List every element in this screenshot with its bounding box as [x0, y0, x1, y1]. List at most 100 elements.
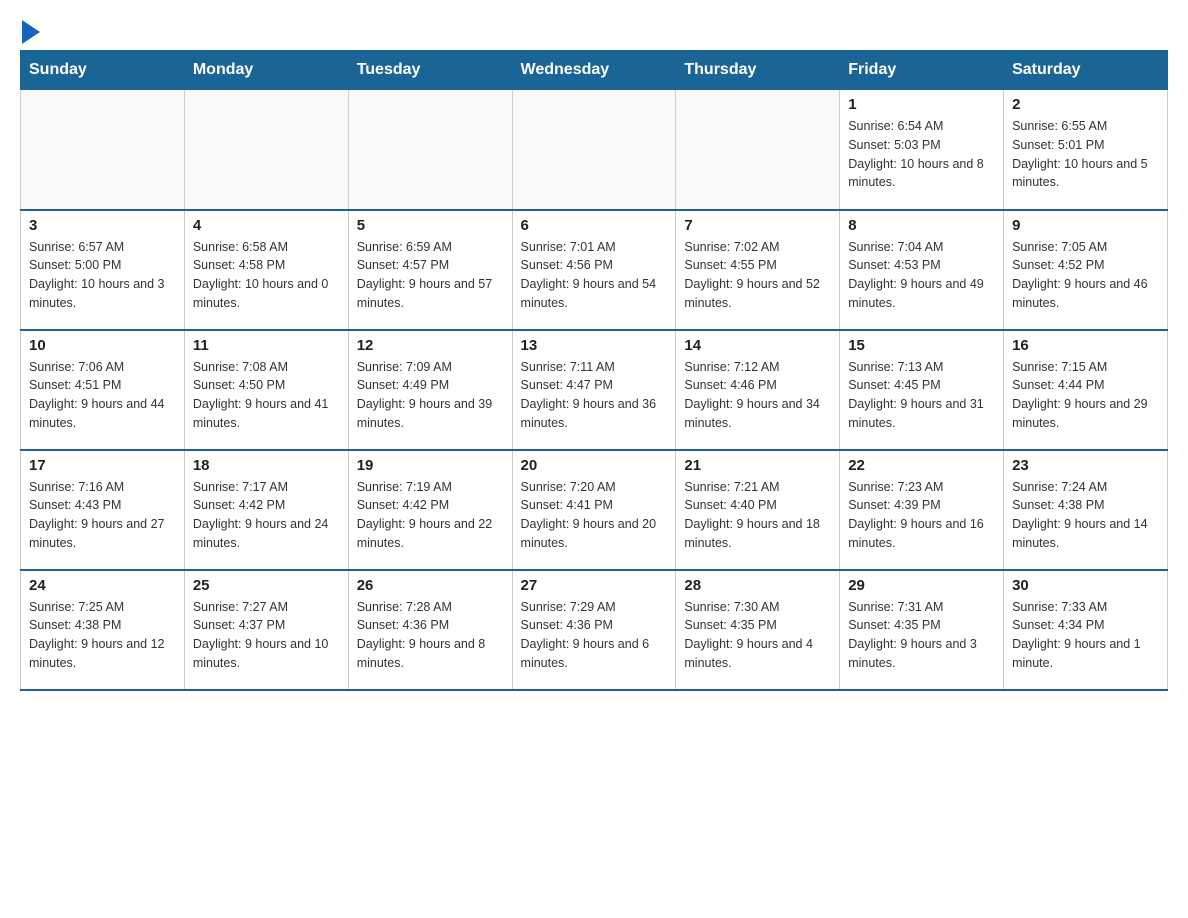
day-cell: 28 Sunrise: 7:30 AMSunset: 4:35 PMDayligh… — [676, 570, 840, 690]
day-info: Sunrise: 7:33 AMSunset: 4:34 PMDaylight:… — [1012, 598, 1159, 673]
weekday-header-row: SundayMondayTuesdayWednesdayThursdayFrid… — [21, 51, 1168, 90]
day-number: 22 — [848, 457, 995, 474]
week-row-1: 1 Sunrise: 6:54 AMSunset: 5:03 PMDaylight… — [21, 90, 1168, 210]
day-number: 29 — [848, 577, 995, 594]
day-cell — [512, 90, 676, 210]
day-info: Sunrise: 7:21 AMSunset: 4:40 PMDaylight:… — [684, 478, 831, 553]
day-info: Sunrise: 7:23 AMSunset: 4:39 PMDaylight:… — [848, 478, 995, 553]
day-number: 30 — [1012, 577, 1159, 594]
day-cell — [348, 90, 512, 210]
day-cell: 29 Sunrise: 7:31 AMSunset: 4:35 PMDayligh… — [840, 570, 1004, 690]
day-cell: 22 Sunrise: 7:23 AMSunset: 4:39 PMDayligh… — [840, 450, 1004, 570]
day-info: Sunrise: 7:30 AMSunset: 4:35 PMDaylight:… — [684, 598, 831, 673]
day-number: 24 — [29, 577, 176, 594]
day-number: 21 — [684, 457, 831, 474]
day-cell: 20 Sunrise: 7:20 AMSunset: 4:41 PMDayligh… — [512, 450, 676, 570]
day-cell: 17 Sunrise: 7:16 AMSunset: 4:43 PMDayligh… — [21, 450, 185, 570]
week-row-2: 3 Sunrise: 6:57 AMSunset: 5:00 PMDaylight… — [21, 210, 1168, 330]
day-cell: 3 Sunrise: 6:57 AMSunset: 5:00 PMDaylight… — [21, 210, 185, 330]
day-info: Sunrise: 6:54 AMSunset: 5:03 PMDaylight:… — [848, 117, 995, 192]
day-cell: 14Sunrise: 7:12 AMSunset: 4:46 PMDayligh… — [676, 330, 840, 450]
day-info: Sunrise: 7:09 AMSunset: 4:49 PMDaylight:… — [357, 358, 504, 433]
day-number: 3 — [29, 217, 176, 234]
day-cell: 1 Sunrise: 6:54 AMSunset: 5:03 PMDaylight… — [840, 90, 1004, 210]
weekday-header-saturday: Saturday — [1004, 51, 1168, 90]
day-cell: 2 Sunrise: 6:55 AMSunset: 5:01 PMDaylight… — [1004, 90, 1168, 210]
day-info: Sunrise: 7:31 AMSunset: 4:35 PMDaylight:… — [848, 598, 995, 673]
weekday-header-monday: Monday — [184, 51, 348, 90]
day-cell: 19 Sunrise: 7:19 AMSunset: 4:42 PMDayligh… — [348, 450, 512, 570]
day-number: 5 — [357, 217, 504, 234]
day-cell — [184, 90, 348, 210]
day-number: 14 — [684, 337, 831, 354]
day-number: 20 — [521, 457, 668, 474]
day-info: Sunrise: 7:19 AMSunset: 4:42 PMDaylight:… — [357, 478, 504, 553]
day-number: 17 — [29, 457, 176, 474]
day-number: 26 — [357, 577, 504, 594]
day-cell: 9Sunrise: 7:05 AMSunset: 4:52 PMDaylight… — [1004, 210, 1168, 330]
logo-arrow-icon — [22, 20, 40, 44]
day-cell: 25Sunrise: 7:27 AMSunset: 4:37 PMDayligh… — [184, 570, 348, 690]
day-cell: 13 Sunrise: 7:11 AMSunset: 4:47 PMDayligh… — [512, 330, 676, 450]
day-number: 8 — [848, 217, 995, 234]
weekday-header-wednesday: Wednesday — [512, 51, 676, 90]
day-cell: 5 Sunrise: 6:59 AMSunset: 4:57 PMDaylight… — [348, 210, 512, 330]
day-cell: 23 Sunrise: 7:24 AMSunset: 4:38 PMDayligh… — [1004, 450, 1168, 570]
week-row-3: 10 Sunrise: 7:06 AMSunset: 4:51 PMDayligh… — [21, 330, 1168, 450]
day-info: Sunrise: 7:15 AMSunset: 4:44 PMDaylight:… — [1012, 358, 1159, 433]
day-number: 1 — [848, 96, 995, 113]
day-cell: 27Sunrise: 7:29 AMSunset: 4:36 PMDayligh… — [512, 570, 676, 690]
day-number: 7 — [684, 217, 831, 234]
day-number: 11 — [193, 337, 340, 354]
page-header — [20, 20, 1168, 40]
day-info: Sunrise: 7:01 AMSunset: 4:56 PMDaylight:… — [521, 238, 668, 313]
calendar-table: SundayMondayTuesdayWednesdayThursdayFrid… — [20, 50, 1168, 691]
day-info: Sunrise: 7:08 AMSunset: 4:50 PMDaylight:… — [193, 358, 340, 433]
day-info: Sunrise: 7:16 AMSunset: 4:43 PMDaylight:… — [29, 478, 176, 553]
day-number: 25 — [193, 577, 340, 594]
day-number: 13 — [521, 337, 668, 354]
week-row-4: 17 Sunrise: 7:16 AMSunset: 4:43 PMDayligh… — [21, 450, 1168, 570]
day-number: 18 — [193, 457, 340, 474]
day-cell: 4Sunrise: 6:58 AMSunset: 4:58 PMDaylight… — [184, 210, 348, 330]
day-number: 12 — [357, 337, 504, 354]
logo — [20, 20, 40, 40]
day-number: 2 — [1012, 96, 1159, 113]
day-info: Sunrise: 6:59 AMSunset: 4:57 PMDaylight:… — [357, 238, 504, 313]
week-row-5: 24 Sunrise: 7:25 AMSunset: 4:38 PMDayligh… — [21, 570, 1168, 690]
day-number: 19 — [357, 457, 504, 474]
day-number: 28 — [684, 577, 831, 594]
day-cell: 10 Sunrise: 7:06 AMSunset: 4:51 PMDayligh… — [21, 330, 185, 450]
day-number: 23 — [1012, 457, 1159, 474]
day-info: Sunrise: 6:57 AMSunset: 5:00 PMDaylight:… — [29, 238, 176, 313]
day-info: Sunrise: 7:17 AMSunset: 4:42 PMDaylight:… — [193, 478, 340, 553]
day-cell: 15 Sunrise: 7:13 AMSunset: 4:45 PMDayligh… — [840, 330, 1004, 450]
day-cell: 16 Sunrise: 7:15 AMSunset: 4:44 PMDayligh… — [1004, 330, 1168, 450]
day-info: Sunrise: 7:11 AMSunset: 4:47 PMDaylight:… — [521, 358, 668, 433]
weekday-header-sunday: Sunday — [21, 51, 185, 90]
day-cell: 30 Sunrise: 7:33 AMSunset: 4:34 PMDayligh… — [1004, 570, 1168, 690]
day-cell: 11 Sunrise: 7:08 AMSunset: 4:50 PMDayligh… — [184, 330, 348, 450]
day-number: 6 — [521, 217, 668, 234]
day-info: Sunrise: 7:20 AMSunset: 4:41 PMDaylight:… — [521, 478, 668, 553]
day-info: Sunrise: 7:25 AMSunset: 4:38 PMDaylight:… — [29, 598, 176, 673]
day-info: Sunrise: 7:13 AMSunset: 4:45 PMDaylight:… — [848, 358, 995, 433]
day-cell: 7 Sunrise: 7:02 AMSunset: 4:55 PMDaylight… — [676, 210, 840, 330]
day-number: 15 — [848, 337, 995, 354]
day-info: Sunrise: 7:24 AMSunset: 4:38 PMDaylight:… — [1012, 478, 1159, 553]
weekday-header-friday: Friday — [840, 51, 1004, 90]
weekday-header-tuesday: Tuesday — [348, 51, 512, 90]
day-cell: 18 Sunrise: 7:17 AMSunset: 4:42 PMDayligh… — [184, 450, 348, 570]
day-info: Sunrise: 7:06 AMSunset: 4:51 PMDaylight:… — [29, 358, 176, 433]
day-cell: 6 Sunrise: 7:01 AMSunset: 4:56 PMDaylight… — [512, 210, 676, 330]
day-info: Sunrise: 6:55 AMSunset: 5:01 PMDaylight:… — [1012, 117, 1159, 192]
day-number: 27 — [521, 577, 668, 594]
day-number: 9 — [1012, 217, 1159, 234]
day-number: 4 — [193, 217, 340, 234]
day-cell: 26Sunrise: 7:28 AMSunset: 4:36 PMDayligh… — [348, 570, 512, 690]
day-number: 16 — [1012, 337, 1159, 354]
day-number: 10 — [29, 337, 176, 354]
day-cell: 12 Sunrise: 7:09 AMSunset: 4:49 PMDayligh… — [348, 330, 512, 450]
day-cell: 21 Sunrise: 7:21 AMSunset: 4:40 PMDayligh… — [676, 450, 840, 570]
day-info: Sunrise: 7:02 AMSunset: 4:55 PMDaylight:… — [684, 238, 831, 313]
